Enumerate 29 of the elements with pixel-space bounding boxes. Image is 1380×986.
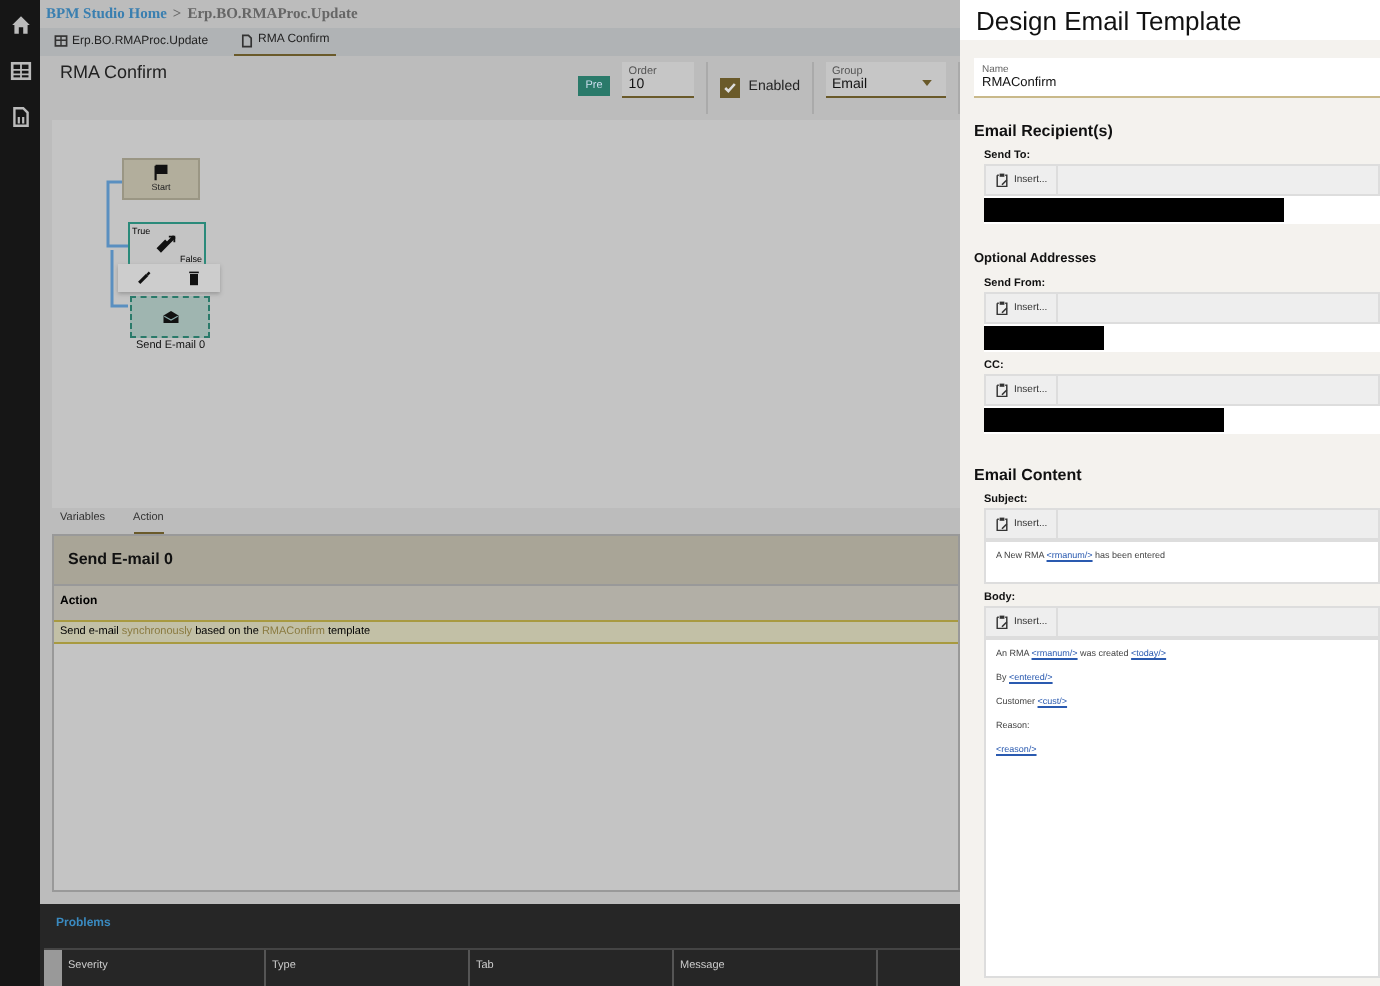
envelope-icon <box>161 307 179 326</box>
dialog-title: Design Email Template <box>976 5 1242 35</box>
row-header-cell <box>44 950 62 986</box>
connector-line <box>106 179 134 310</box>
grid-icon <box>54 34 68 49</box>
panel-title: Send E-mail 0 <box>68 550 173 569</box>
grid-icon[interactable] <box>9 60 31 82</box>
caret-icon <box>922 79 932 86</box>
clipboard-icon <box>994 300 1010 316</box>
pencil-icon[interactable] <box>135 269 152 286</box>
document-icon <box>240 33 255 48</box>
clipboard-icon <box>994 516 1010 532</box>
enabled-checkbox[interactable] <box>720 77 741 98</box>
clipboard-icon <box>994 172 1010 188</box>
address-field[interactable] <box>984 406 1380 434</box>
flag-icon <box>152 164 170 183</box>
address-field[interactable] <box>984 324 1380 352</box>
section-heading: Email Content <box>974 466 1084 484</box>
page-title: RMA Confirm <box>60 61 168 86</box>
clipboard-icon <box>994 382 1010 398</box>
email-node[interactable] <box>130 295 210 338</box>
home-icon[interactable] <box>9 14 31 36</box>
address-field[interactable] <box>984 196 1380 224</box>
document-icon[interactable] <box>9 106 31 128</box>
section-heading: Email Recipient(s) <box>974 122 1115 140</box>
arrows-icon <box>156 233 178 254</box>
redaction-bar <box>984 326 1104 350</box>
clipboard-icon <box>994 614 1010 630</box>
trash-icon[interactable] <box>186 269 203 286</box>
